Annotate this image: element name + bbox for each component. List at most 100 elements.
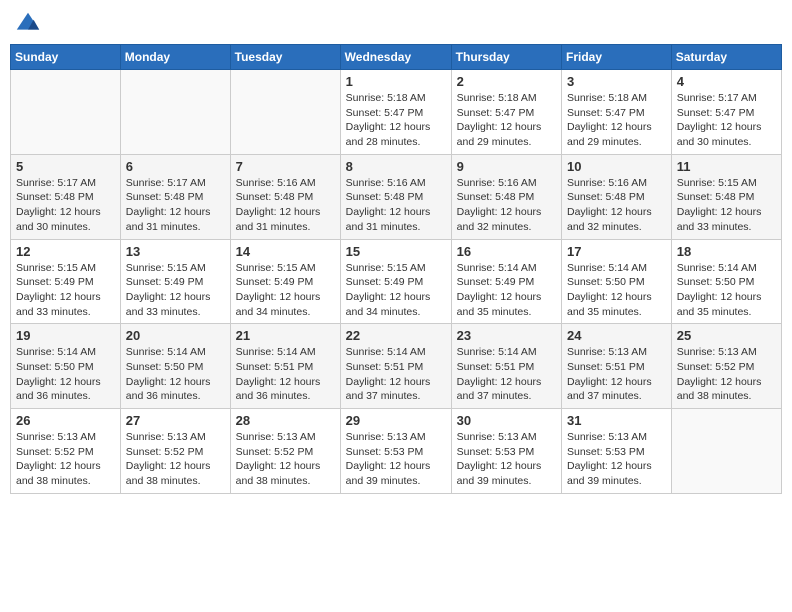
week-row-5: 26 Sunrise: 5:13 AM Sunset: 5:52 PM Dayli… bbox=[11, 409, 782, 494]
day-number: 19 bbox=[16, 328, 115, 343]
weekday-saturday: Saturday bbox=[671, 45, 781, 70]
day-cell: 30 Sunrise: 5:13 AM Sunset: 5:53 PM Dayli… bbox=[451, 409, 561, 494]
day-info: Sunrise: 5:13 AM Sunset: 5:52 PM Dayligh… bbox=[677, 345, 776, 404]
day-number: 20 bbox=[126, 328, 225, 343]
header bbox=[10, 10, 782, 38]
day-number: 27 bbox=[126, 413, 225, 428]
day-number: 14 bbox=[236, 244, 335, 259]
weekday-tuesday: Tuesday bbox=[230, 45, 340, 70]
day-cell: 10 Sunrise: 5:16 AM Sunset: 5:48 PM Dayli… bbox=[562, 154, 672, 239]
calendar: SundayMondayTuesdayWednesdayThursdayFrid… bbox=[10, 44, 782, 494]
week-row-4: 19 Sunrise: 5:14 AM Sunset: 5:50 PM Dayli… bbox=[11, 324, 782, 409]
day-number: 8 bbox=[346, 159, 446, 174]
day-number: 11 bbox=[677, 159, 776, 174]
weekday-thursday: Thursday bbox=[451, 45, 561, 70]
day-number: 2 bbox=[457, 74, 556, 89]
day-info: Sunrise: 5:13 AM Sunset: 5:53 PM Dayligh… bbox=[457, 430, 556, 489]
day-number: 7 bbox=[236, 159, 335, 174]
day-info: Sunrise: 5:15 AM Sunset: 5:49 PM Dayligh… bbox=[16, 261, 115, 320]
day-number: 28 bbox=[236, 413, 335, 428]
day-number: 10 bbox=[567, 159, 666, 174]
day-number: 15 bbox=[346, 244, 446, 259]
day-info: Sunrise: 5:17 AM Sunset: 5:48 PM Dayligh… bbox=[16, 176, 115, 235]
day-cell: 9 Sunrise: 5:16 AM Sunset: 5:48 PM Daylig… bbox=[451, 154, 561, 239]
day-info: Sunrise: 5:14 AM Sunset: 5:50 PM Dayligh… bbox=[16, 345, 115, 404]
day-cell: 16 Sunrise: 5:14 AM Sunset: 5:49 PM Dayli… bbox=[451, 239, 561, 324]
day-cell: 11 Sunrise: 5:15 AM Sunset: 5:48 PM Dayli… bbox=[671, 154, 781, 239]
day-number: 9 bbox=[457, 159, 556, 174]
weekday-sunday: Sunday bbox=[11, 45, 121, 70]
day-cell: 29 Sunrise: 5:13 AM Sunset: 5:53 PM Dayli… bbox=[340, 409, 451, 494]
day-cell bbox=[120, 70, 230, 155]
day-info: Sunrise: 5:15 AM Sunset: 5:48 PM Dayligh… bbox=[677, 176, 776, 235]
day-info: Sunrise: 5:17 AM Sunset: 5:47 PM Dayligh… bbox=[677, 91, 776, 150]
logo-icon bbox=[14, 10, 42, 38]
day-info: Sunrise: 5:15 AM Sunset: 5:49 PM Dayligh… bbox=[346, 261, 446, 320]
day-cell: 18Sunrise: 5:14 AM Sunset: 5:50 PM Dayli… bbox=[671, 239, 781, 324]
day-info: Sunrise: 5:16 AM Sunset: 5:48 PM Dayligh… bbox=[236, 176, 335, 235]
day-cell bbox=[671, 409, 781, 494]
day-cell: 23 Sunrise: 5:14 AM Sunset: 5:51 PM Dayli… bbox=[451, 324, 561, 409]
logo bbox=[14, 10, 46, 38]
day-cell: 21Sunrise: 5:14 AM Sunset: 5:51 PM Dayli… bbox=[230, 324, 340, 409]
day-cell: 6Sunrise: 5:17 AM Sunset: 5:48 PM Daylig… bbox=[120, 154, 230, 239]
day-number: 22 bbox=[346, 328, 446, 343]
day-info: Sunrise: 5:13 AM Sunset: 5:51 PM Dayligh… bbox=[567, 345, 666, 404]
day-number: 16 bbox=[457, 244, 556, 259]
day-cell bbox=[230, 70, 340, 155]
day-cell: 15 Sunrise: 5:15 AM Sunset: 5:49 PM Dayli… bbox=[340, 239, 451, 324]
day-cell: 17Sunrise: 5:14 AM Sunset: 5:50 PM Dayli… bbox=[562, 239, 672, 324]
day-number: 31 bbox=[567, 413, 666, 428]
day-info: Sunrise: 5:14 AM Sunset: 5:49 PM Dayligh… bbox=[457, 261, 556, 320]
day-info: Sunrise: 5:14 AM Sunset: 5:51 PM Dayligh… bbox=[346, 345, 446, 404]
day-info: Sunrise: 5:16 AM Sunset: 5:48 PM Dayligh… bbox=[567, 176, 666, 235]
day-info: Sunrise: 5:15 AM Sunset: 5:49 PM Dayligh… bbox=[126, 261, 225, 320]
day-info: Sunrise: 5:13 AM Sunset: 5:52 PM Dayligh… bbox=[236, 430, 335, 489]
day-number: 24 bbox=[567, 328, 666, 343]
day-info: Sunrise: 5:13 AM Sunset: 5:52 PM Dayligh… bbox=[16, 430, 115, 489]
day-cell: 12 Sunrise: 5:15 AM Sunset: 5:49 PM Dayli… bbox=[11, 239, 121, 324]
week-row-2: 5 Sunrise: 5:17 AM Sunset: 5:48 PM Daylig… bbox=[11, 154, 782, 239]
day-number: 1 bbox=[346, 74, 446, 89]
day-info: Sunrise: 5:14 AM Sunset: 5:50 PM Dayligh… bbox=[677, 261, 776, 320]
day-number: 3 bbox=[567, 74, 666, 89]
day-info: Sunrise: 5:16 AM Sunset: 5:48 PM Dayligh… bbox=[457, 176, 556, 235]
day-cell: 3Sunrise: 5:18 AM Sunset: 5:47 PM Daylig… bbox=[562, 70, 672, 155]
day-info: Sunrise: 5:14 AM Sunset: 5:50 PM Dayligh… bbox=[567, 261, 666, 320]
day-info: Sunrise: 5:13 AM Sunset: 5:53 PM Dayligh… bbox=[567, 430, 666, 489]
day-info: Sunrise: 5:14 AM Sunset: 5:50 PM Dayligh… bbox=[126, 345, 225, 404]
day-number: 23 bbox=[457, 328, 556, 343]
day-cell: 2 Sunrise: 5:18 AM Sunset: 5:47 PM Daylig… bbox=[451, 70, 561, 155]
day-cell: 1Sunrise: 5:18 AM Sunset: 5:47 PM Daylig… bbox=[340, 70, 451, 155]
day-cell: 31 Sunrise: 5:13 AM Sunset: 5:53 PM Dayli… bbox=[562, 409, 672, 494]
day-cell: 25Sunrise: 5:13 AM Sunset: 5:52 PM Dayli… bbox=[671, 324, 781, 409]
day-info: Sunrise: 5:13 AM Sunset: 5:53 PM Dayligh… bbox=[346, 430, 446, 489]
week-row-3: 12 Sunrise: 5:15 AM Sunset: 5:49 PM Dayli… bbox=[11, 239, 782, 324]
day-cell: 8 Sunrise: 5:16 AM Sunset: 5:48 PM Daylig… bbox=[340, 154, 451, 239]
day-number: 26 bbox=[16, 413, 115, 428]
day-info: Sunrise: 5:16 AM Sunset: 5:48 PM Dayligh… bbox=[346, 176, 446, 235]
day-cell: 28 Sunrise: 5:13 AM Sunset: 5:52 PM Dayli… bbox=[230, 409, 340, 494]
day-cell: 5 Sunrise: 5:17 AM Sunset: 5:48 PM Daylig… bbox=[11, 154, 121, 239]
day-number: 4 bbox=[677, 74, 776, 89]
week-row-1: 1 Sunrise: 5:18 AM Sunset: 5:47 PM Daylig… bbox=[11, 70, 782, 155]
day-cell: 24 Sunrise: 5:13 AM Sunset: 5:51 PM Dayli… bbox=[562, 324, 672, 409]
day-cell bbox=[11, 70, 121, 155]
calendar-body: 1 Sunrise: 5:18 AM Sunset: 5:47 PM Daylig… bbox=[11, 70, 782, 494]
day-number: 29 bbox=[346, 413, 446, 428]
day-number: 5 bbox=[16, 159, 115, 174]
weekday-wednesday: Wednesday bbox=[340, 45, 451, 70]
day-info: Sunrise: 5:18 AM Sunset: 5:47 PM Dayligh… bbox=[457, 91, 556, 150]
day-cell: 14Sunrise: 5:15 AM Sunset: 5:49 PM Dayli… bbox=[230, 239, 340, 324]
weekday-monday: Monday bbox=[120, 45, 230, 70]
day-number: 30 bbox=[457, 413, 556, 428]
day-number: 13 bbox=[126, 244, 225, 259]
day-number: 6 bbox=[126, 159, 225, 174]
day-cell: 7 Sunrise: 5:16 AM Sunset: 5:48 PM Daylig… bbox=[230, 154, 340, 239]
day-info: Sunrise: 5:14 AM Sunset: 5:51 PM Dayligh… bbox=[457, 345, 556, 404]
day-cell: 22 Sunrise: 5:14 AM Sunset: 5:51 PM Dayli… bbox=[340, 324, 451, 409]
day-cell: 26 Sunrise: 5:13 AM Sunset: 5:52 PM Dayli… bbox=[11, 409, 121, 494]
day-number: 12 bbox=[16, 244, 115, 259]
day-info: Sunrise: 5:13 AM Sunset: 5:52 PM Dayligh… bbox=[126, 430, 225, 489]
day-cell: 19 Sunrise: 5:14 AM Sunset: 5:50 PM Dayli… bbox=[11, 324, 121, 409]
